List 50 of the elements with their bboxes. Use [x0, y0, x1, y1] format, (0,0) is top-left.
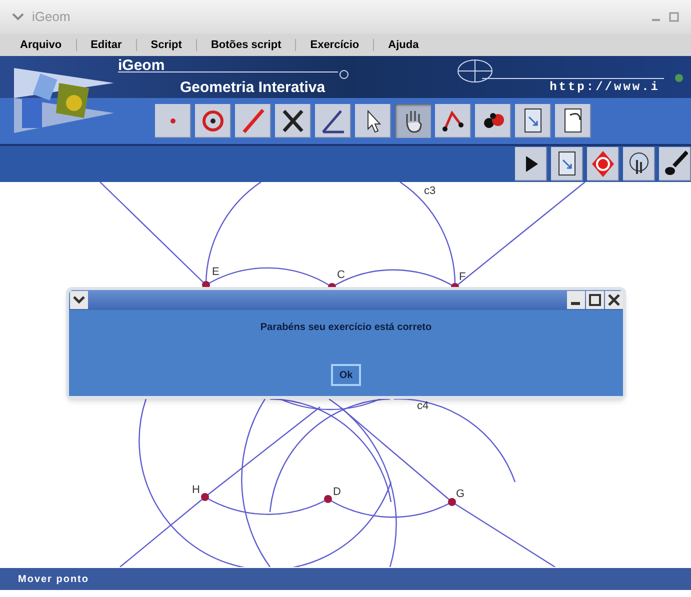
drawing-canvas[interactable]: c3 E C F c4 H D G Parabéns seu exercício está correto Ok: [0, 182, 691, 568]
dialog-message: Parabéns seu exercício está correto: [260, 321, 432, 335]
tool-button[interactable]: [515, 104, 551, 138]
point-label: E: [212, 266, 220, 278]
circle-arc[interactable]: [280, 398, 380, 410]
point-marker[interactable]: [448, 498, 456, 506]
point-marker[interactable]: [324, 495, 332, 503]
point-label: c3: [424, 185, 436, 197]
title-underline-icon: [118, 70, 350, 79]
tool-button[interactable]: [275, 104, 311, 138]
tool-button[interactable]: [659, 147, 691, 181]
circle-arc[interactable]: [394, 398, 516, 482]
minimize-icon[interactable]: [567, 291, 585, 309]
menu-item[interactable]: Ajuda: [386, 36, 421, 54]
chevron-icon[interactable]: [70, 291, 88, 309]
circle-arc[interactable]: [328, 398, 397, 567]
point-label: H: [192, 484, 200, 496]
menu-item[interactable]: Script: [148, 36, 184, 54]
app-title: iGeom: [118, 58, 165, 73]
close-icon[interactable]: [605, 291, 623, 309]
url-text: http://www.i: [482, 78, 664, 93]
tool-button[interactable]: [435, 104, 471, 138]
tool-button[interactable]: [555, 104, 591, 138]
tool-button[interactable]: [551, 147, 583, 181]
point-label: c4: [417, 400, 429, 412]
globe-icon: [455, 58, 495, 84]
point-label: F: [459, 271, 466, 283]
menu-item[interactable]: Botões script: [208, 36, 284, 54]
point-label: G: [456, 488, 465, 500]
app-subtitle: Geometria Interativa: [180, 80, 326, 95]
point-label: C: [337, 269, 345, 281]
point-label: D: [333, 486, 341, 498]
tool-button[interactable]: [515, 147, 547, 181]
tool-button[interactable]: [475, 104, 511, 138]
menu-item[interactable]: Arquivo: [18, 36, 64, 54]
point-icon: [170, 118, 176, 124]
status-dot-icon: [674, 73, 684, 83]
window-title: iGeom: [32, 8, 70, 26]
tool-button[interactable]: [355, 104, 391, 138]
point-marker[interactable]: [201, 493, 209, 501]
tool-button[interactable]: [315, 104, 351, 138]
tool-button[interactable]: [395, 104, 431, 138]
circle-arc[interactable]: [138, 398, 392, 567]
circle-arc[interactable]: [241, 398, 270, 567]
tool-button[interactable]: [623, 147, 655, 181]
ok-button[interactable]: Ok: [331, 364, 361, 386]
maximize-icon[interactable]: [586, 291, 604, 309]
menu-item[interactable]: Editar: [88, 36, 124, 54]
status-text: Mover ponto: [18, 572, 89, 586]
menu-item[interactable]: Exercício: [308, 36, 362, 54]
